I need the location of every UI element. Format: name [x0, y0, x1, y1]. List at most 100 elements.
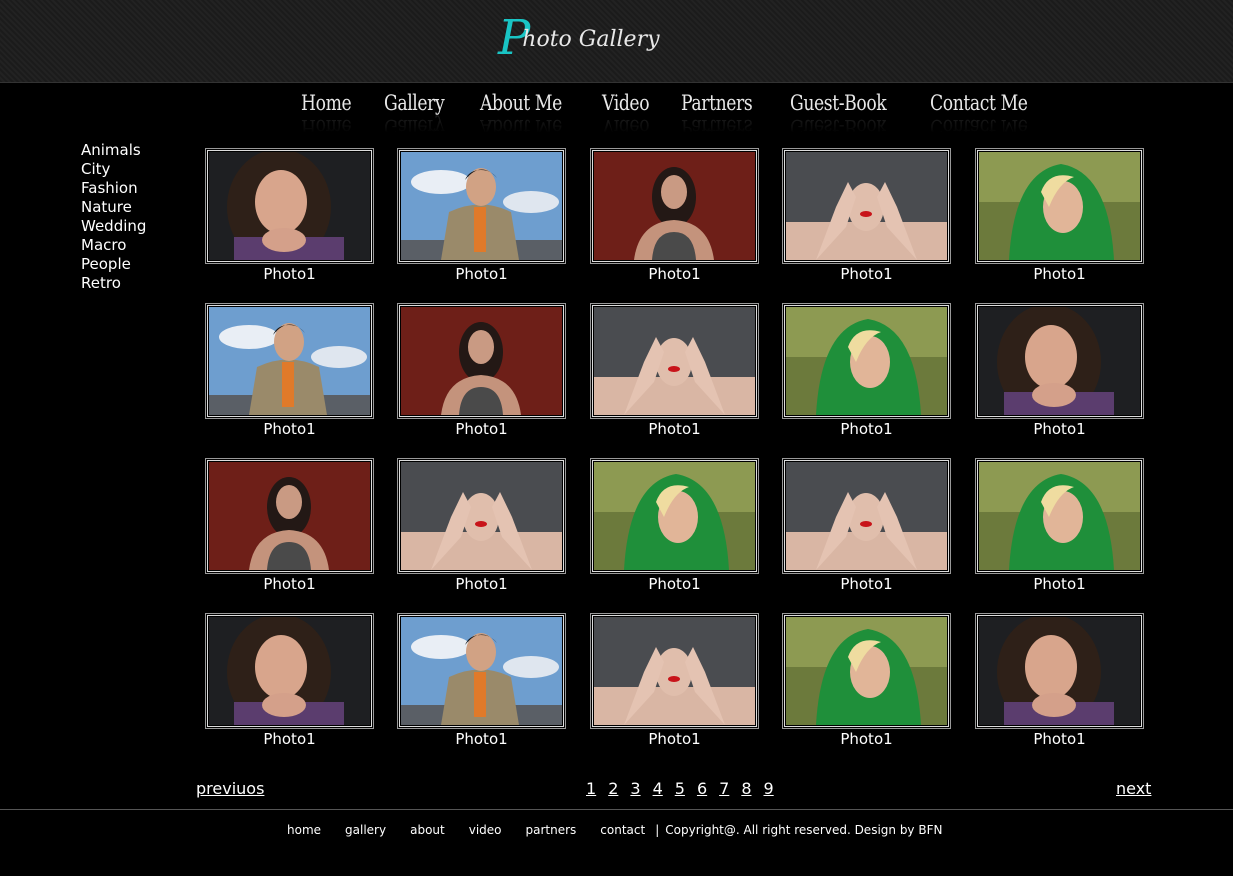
next-link[interactable]: next: [1116, 779, 1151, 798]
photo-caption: Photo1: [1033, 575, 1086, 593]
category-fashion[interactable]: Fashion: [81, 179, 146, 198]
nav-home[interactable]: Home Home: [301, 88, 352, 139]
gallery-item[interactable]: Photo1: [590, 303, 759, 438]
category-people[interactable]: People: [81, 255, 146, 274]
photo-caption: Photo1: [263, 730, 316, 748]
photo-caption: Photo1: [263, 265, 316, 283]
gallery-item[interactable]: Photo1: [397, 303, 566, 438]
nav-guest-book[interactable]: Guest-Book Guest-Book: [790, 88, 887, 139]
page-link[interactable]: 1: [586, 779, 596, 798]
gallery-item[interactable]: Photo1: [590, 458, 759, 593]
gallery-item[interactable]: Photo1: [782, 148, 951, 283]
photo-thumbnail[interactable]: [590, 148, 759, 264]
logo-text: hoto Gallery: [522, 27, 660, 52]
page-link[interactable]: 3: [630, 779, 640, 798]
category-wedding[interactable]: Wedding: [81, 217, 146, 236]
footer-divider: [0, 809, 1233, 810]
photo-thumbnail[interactable]: [397, 303, 566, 419]
category-nature[interactable]: Nature: [81, 198, 146, 217]
footer-link-gallery[interactable]: gallery: [345, 823, 386, 837]
gallery-item[interactable]: Photo1: [782, 303, 951, 438]
page-link[interactable]: 5: [675, 779, 685, 798]
gallery-item[interactable]: Photo1: [975, 458, 1144, 593]
photo-caption: Photo1: [455, 265, 508, 283]
footer-separator: |: [655, 823, 660, 837]
category-city[interactable]: City: [81, 160, 146, 179]
photo-caption: Photo1: [840, 575, 893, 593]
category-sidebar: Animals City Fashion Nature Wedding Macr…: [81, 141, 146, 293]
page-link[interactable]: 4: [653, 779, 663, 798]
photo-thumbnail[interactable]: [205, 613, 374, 729]
gallery-item[interactable]: Photo1: [205, 303, 374, 438]
photo-thumbnail[interactable]: [590, 303, 759, 419]
gallery-item[interactable]: Photo1: [975, 148, 1144, 283]
photo-caption: Photo1: [455, 575, 508, 593]
photo-caption: Photo1: [648, 730, 701, 748]
gallery-item[interactable]: Photo1: [205, 458, 374, 593]
page-link[interactable]: 8: [741, 779, 751, 798]
gallery-item[interactable]: Photo1: [397, 613, 566, 748]
gallery-item[interactable]: Photo1: [782, 613, 951, 748]
photo-caption: Photo1: [648, 420, 701, 438]
previous-link[interactable]: previuos: [196, 779, 264, 798]
photo-caption: Photo1: [455, 730, 508, 748]
photo-thumbnail[interactable]: [205, 303, 374, 419]
photo-caption: Photo1: [1033, 265, 1086, 283]
category-animals[interactable]: Animals: [81, 141, 146, 160]
nav-partners[interactable]: Partners Partners: [681, 88, 753, 139]
main-nav: Home Home Gallery Gallery About Me About Me…: [301, 88, 1071, 139]
photo-thumbnail[interactable]: [975, 303, 1144, 419]
nav-gallery[interactable]: Gallery Gallery: [384, 88, 445, 139]
photo-thumbnail[interactable]: [590, 613, 759, 729]
gallery-item[interactable]: Photo1: [590, 613, 759, 748]
gallery-item[interactable]: Photo1: [205, 148, 374, 283]
nav-contact-me[interactable]: Contact Me Contact Me: [930, 88, 1028, 139]
page-link[interactable]: 2: [608, 779, 618, 798]
page-link[interactable]: 7: [719, 779, 729, 798]
photo-thumbnail[interactable]: [975, 148, 1144, 264]
gallery-item[interactable]: Photo1: [782, 458, 951, 593]
gallery-item[interactable]: Photo1: [397, 148, 566, 283]
site-header: Photo Gallery: [0, 0, 1233, 83]
photo-caption: Photo1: [648, 575, 701, 593]
photo-caption: Photo1: [840, 420, 893, 438]
gallery-item[interactable]: Photo1: [975, 613, 1144, 748]
nav-about-me[interactable]: About Me About Me: [480, 88, 562, 139]
photo-thumbnail[interactable]: [397, 613, 566, 729]
photo-thumbnail[interactable]: [782, 458, 951, 574]
footer-link-home[interactable]: home: [287, 823, 321, 837]
category-macro[interactable]: Macro: [81, 236, 146, 255]
photo-thumbnail[interactable]: [205, 148, 374, 264]
photo-thumbnail[interactable]: [397, 458, 566, 574]
site-logo[interactable]: Photo Gallery: [498, 12, 668, 68]
photo-thumbnail[interactable]: [782, 613, 951, 729]
photo-caption: Photo1: [1033, 420, 1086, 438]
photo-caption: Photo1: [648, 265, 701, 283]
photo-thumbnail[interactable]: [205, 458, 374, 574]
photo-caption: Photo1: [840, 265, 893, 283]
footer-link-partners[interactable]: partners: [526, 823, 577, 837]
photo-caption: Photo1: [455, 420, 508, 438]
photo-thumbnail[interactable]: [397, 148, 566, 264]
photo-caption: Photo1: [263, 575, 316, 593]
photo-thumbnail[interactable]: [590, 458, 759, 574]
gallery-item[interactable]: Photo1: [975, 303, 1144, 438]
photo-thumbnail[interactable]: [975, 613, 1144, 729]
gallery-item[interactable]: Photo1: [205, 613, 374, 748]
page-link[interactable]: 6: [697, 779, 707, 798]
photo-thumbnail[interactable]: [782, 148, 951, 264]
page-link[interactable]: 9: [764, 779, 774, 798]
photo-thumbnail[interactable]: [975, 458, 1144, 574]
page-numbers: 1 2 3 4 5 6 7 8 9: [586, 779, 786, 798]
copyright-text: Copyright@. All right reserved. Design b…: [665, 823, 943, 837]
footer-link-video[interactable]: video: [469, 823, 502, 837]
category-retro[interactable]: Retro: [81, 274, 146, 293]
photo-thumbnail[interactable]: [782, 303, 951, 419]
gallery-item[interactable]: Photo1: [397, 458, 566, 593]
nav-video[interactable]: Video Video: [602, 88, 650, 139]
footer-link-contact[interactable]: contact: [600, 823, 645, 837]
pagination: previuos 1 2 3 4 5 6 7 8 9 next: [0, 779, 1233, 803]
footer-link-about[interactable]: about: [410, 823, 445, 837]
photo-caption: Photo1: [1033, 730, 1086, 748]
gallery-item[interactable]: Photo1: [590, 148, 759, 283]
